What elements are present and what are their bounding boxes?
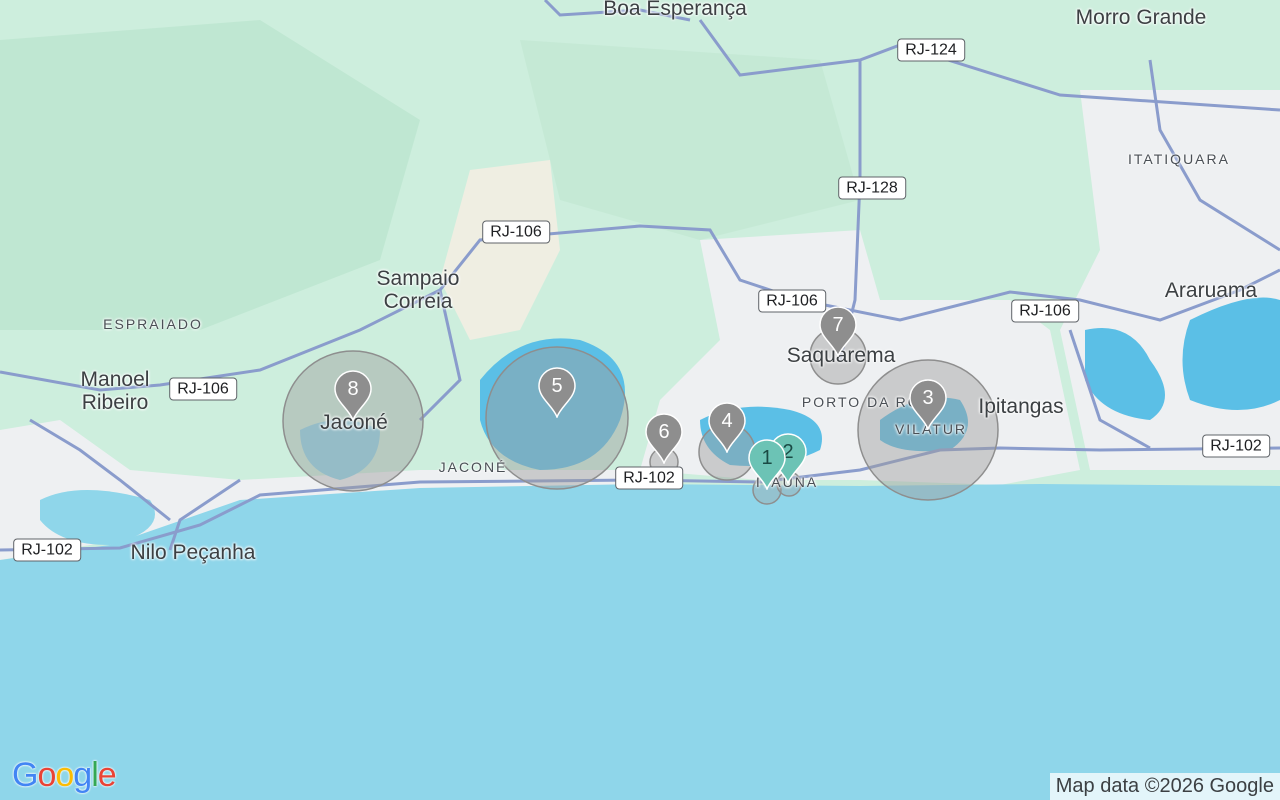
marker-label: 1 (761, 447, 773, 469)
map-marker-5[interactable]: 5 (535, 364, 579, 418)
road-shield-rj124: RJ-124 (897, 38, 965, 62)
marker-label: 5 (551, 375, 563, 397)
logo-letter: o (37, 756, 56, 794)
place-sampaio-correia: Sampaio Correia (376, 267, 460, 314)
map-marker-4[interactable]: 4 (705, 399, 749, 453)
map-marker-8[interactable]: 8 (331, 367, 375, 421)
place-ipitangas: Ipitangas (978, 395, 1064, 418)
map-marker-6[interactable]: 6 (642, 410, 686, 464)
logo-letter: G (12, 756, 38, 794)
map-marker-7[interactable]: 7 (816, 303, 860, 357)
place-espraiado: ESPRAIADO (103, 316, 203, 332)
marker-label: 3 (922, 387, 934, 409)
road-shield-rj128: RJ-128 (838, 176, 906, 200)
road-shield-rj102-a: RJ-102 (615, 466, 683, 490)
marker-label: 4 (721, 410, 733, 432)
ocean (0, 484, 1280, 800)
road-shield-rj106-d: RJ-106 (169, 377, 237, 401)
road-shield-rj102-c: RJ-102 (13, 538, 81, 562)
logo-letter: o (55, 756, 74, 794)
logo-letter: e (97, 756, 117, 794)
map-marker-3[interactable]: 3 (906, 376, 950, 430)
marker-label: 6 (658, 421, 670, 443)
map-attribution[interactable]: Map data ©2026 Google (1049, 773, 1280, 800)
place-araruama: Araruama (1164, 279, 1258, 302)
google-logo[interactable]: Google (12, 756, 117, 795)
road-shield-rj102-b: RJ-102 (1202, 434, 1270, 458)
place-nilo-pecanha: Nilo Peçanha (130, 541, 256, 564)
logo-letter: g (73, 756, 92, 794)
marker-label: 8 (347, 378, 359, 400)
place-boa-esperanca: Boa Esperança (603, 0, 747, 20)
road-shield-rj106-c: RJ-106 (1011, 299, 1079, 323)
map-marker-1[interactable]: 1 (745, 436, 789, 490)
place-jacone-district: JACONÉ (438, 459, 508, 475)
place-morro-grande: Morro Grande (1075, 6, 1207, 29)
place-itatiquara: ITATIQUARA (1128, 151, 1230, 167)
road-shield-rj106-a: RJ-106 (482, 220, 550, 244)
place-manoel-ribeiro: Manoel Ribeiro (80, 368, 150, 415)
marker-label: 7 (832, 314, 844, 336)
